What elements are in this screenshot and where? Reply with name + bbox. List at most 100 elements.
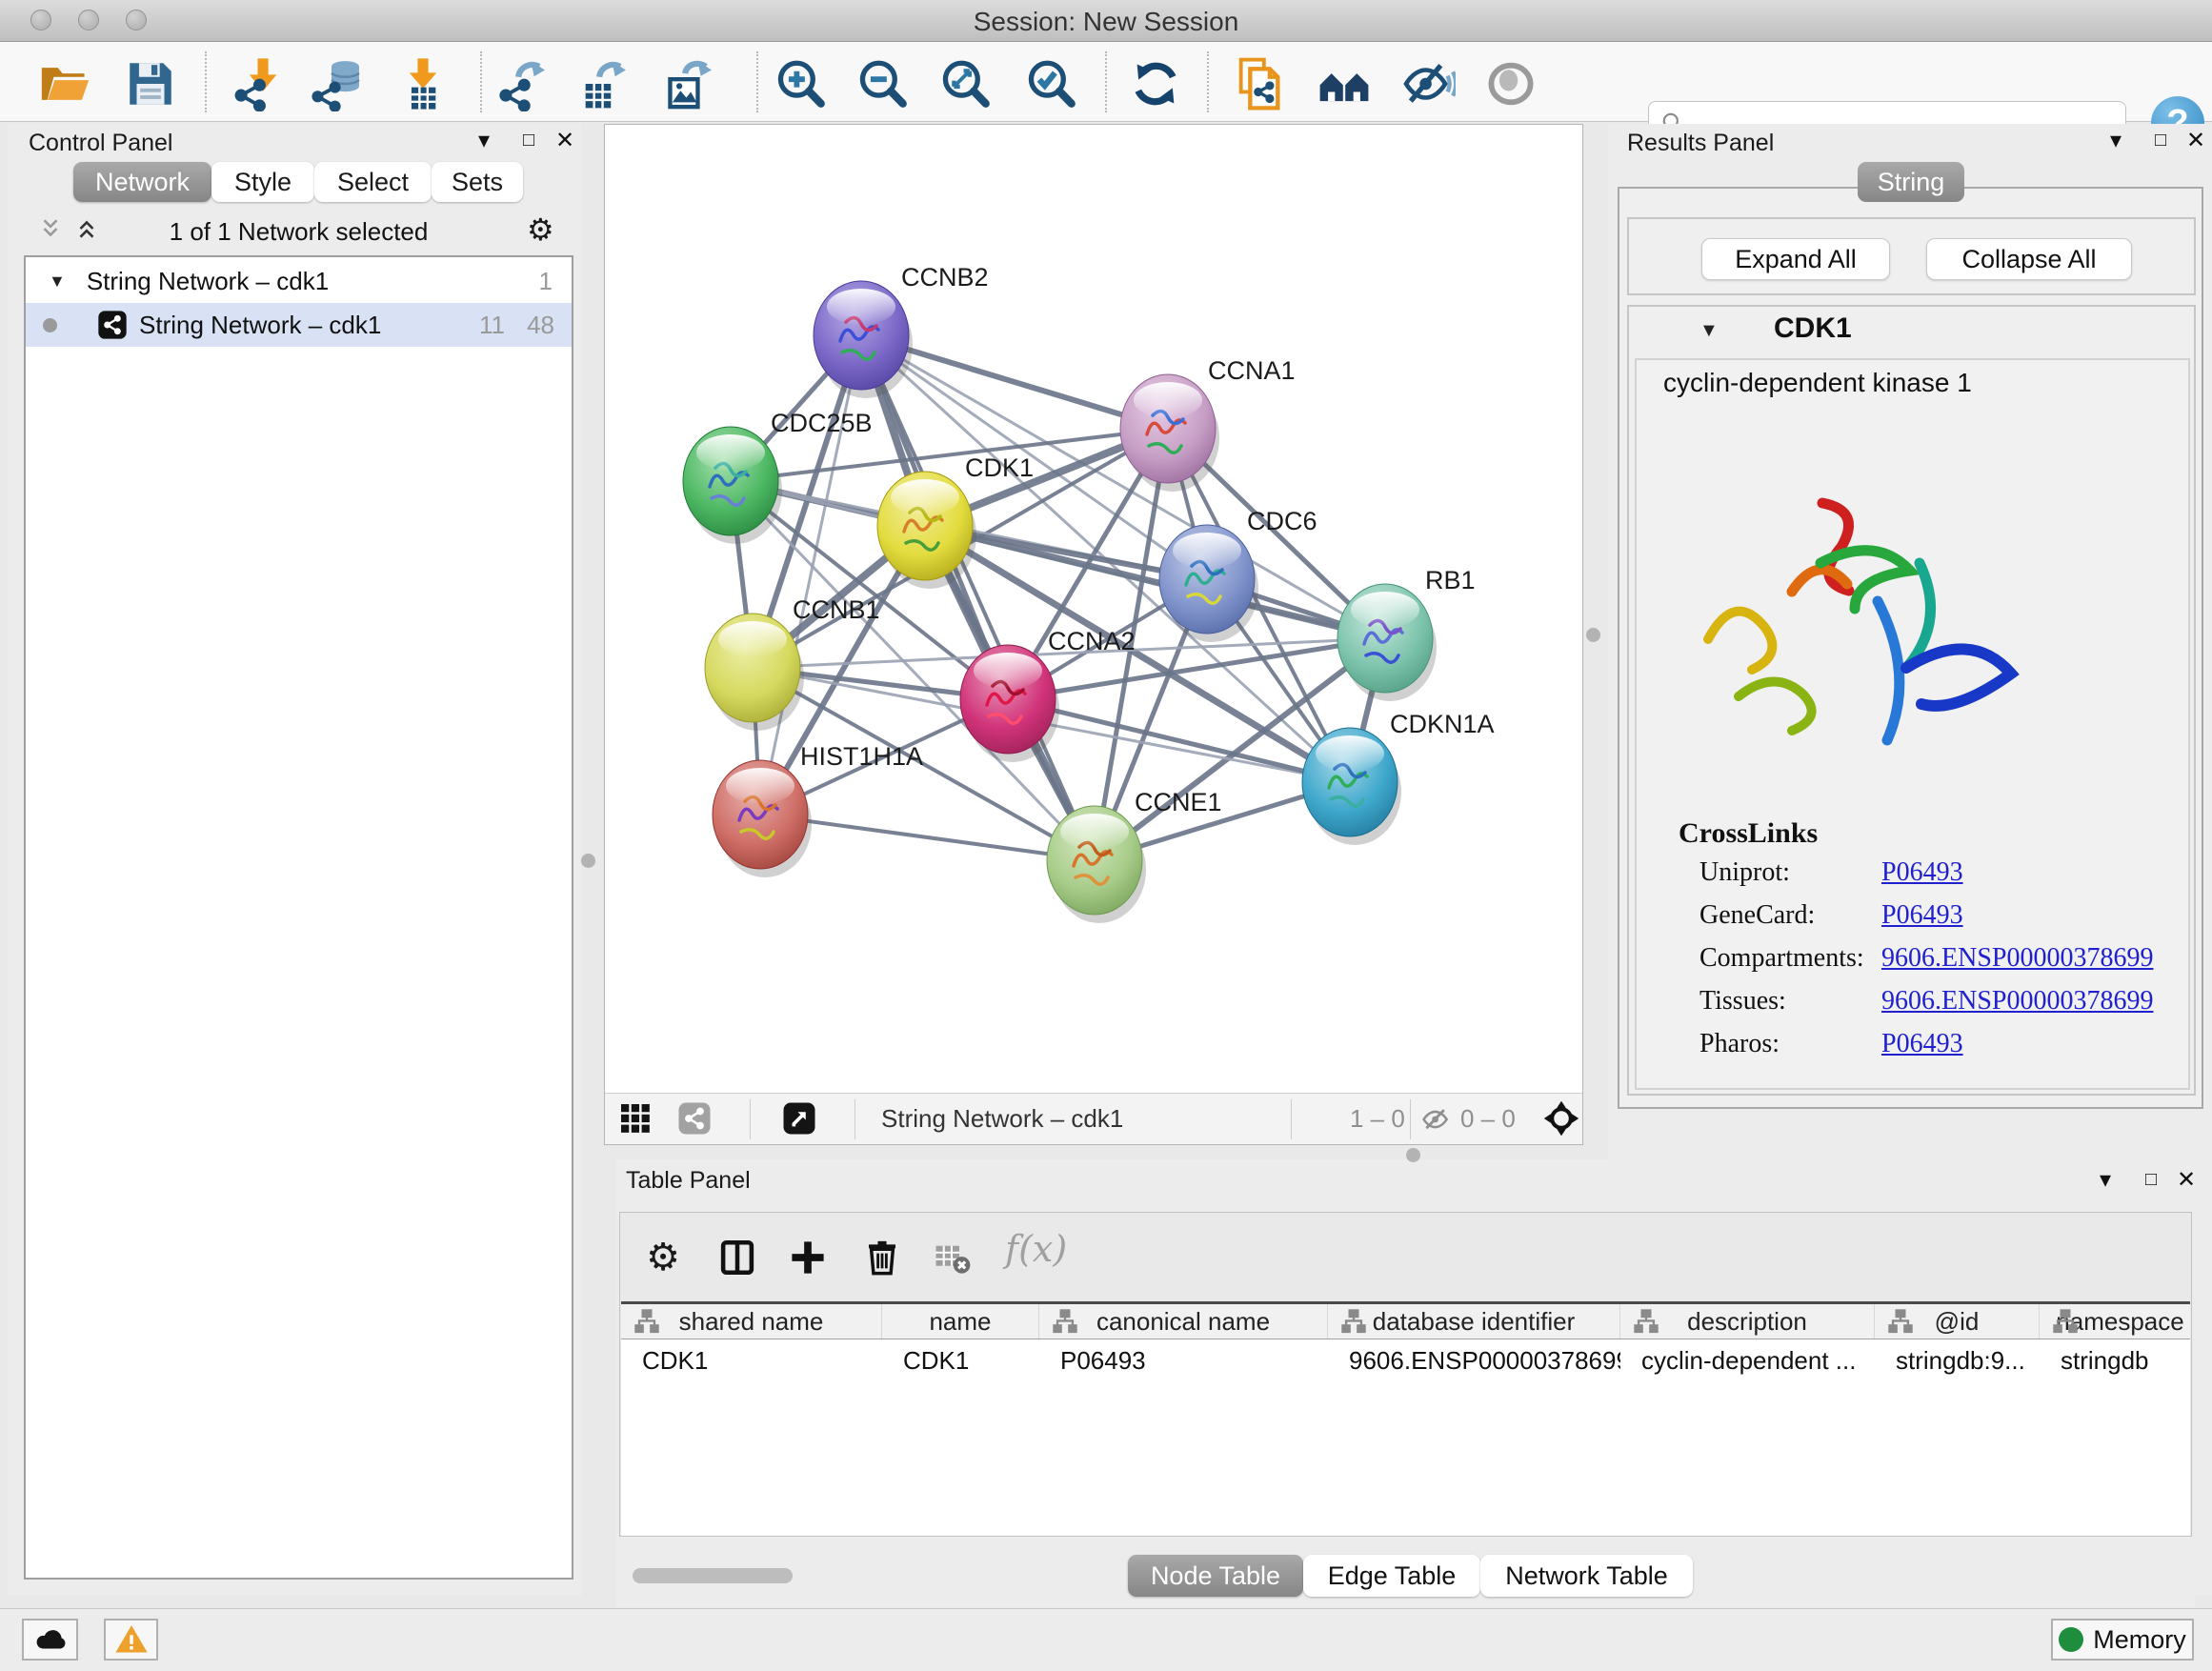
crosslink-value-link[interactable]: P06493	[1881, 900, 1963, 931]
open-session-button[interactable]	[34, 53, 95, 114]
collapse-all-button[interactable]: Collapse All	[1926, 238, 2132, 280]
network-node-CCNB2[interactable]: CCNB2	[814, 263, 989, 398]
control-panel-close-button[interactable]: ✕	[551, 126, 579, 154]
node-label-CDKN1A: CDKN1A	[1390, 710, 1495, 738]
string-home-button[interactable]	[1314, 53, 1375, 114]
node-label-RB1: RB1	[1425, 566, 1476, 594]
network-collection-row[interactable]: ▼ String Network – cdk1 1	[26, 259, 572, 303]
export-network-button[interactable]	[493, 53, 553, 114]
network-node-HIST1H1A[interactable]: HIST1H1A	[713, 742, 923, 877]
warning-status-button[interactable]	[104, 1619, 158, 1661]
tab-network-table[interactable]: Network Table	[1480, 1555, 1693, 1597]
network-options-gear-icon[interactable]: ⚙	[527, 211, 554, 248]
column-header-description[interactable]: description	[1620, 1304, 1875, 1339]
table-cell[interactable]: 9606.ENSP00000378699	[1328, 1340, 1620, 1382]
expand-all-button[interactable]: Expand All	[1701, 238, 1890, 280]
delete-column-button[interactable]	[856, 1232, 908, 1283]
tab-style[interactable]: Style	[211, 162, 314, 202]
org-chart-icon	[2053, 1309, 2078, 1334]
tab-select[interactable]: Select	[314, 162, 432, 202]
tab-node-table[interactable]: Node Table	[1128, 1555, 1303, 1597]
eye-icon	[1483, 56, 1538, 111]
grid-view-button[interactable]	[618, 1101, 653, 1143]
crosslink-value-link[interactable]: 9606.ENSP00000378699	[1881, 986, 2153, 1017]
network-graph[interactable]: CCNB2CCNA1CDC25BCDK1CDC6RB1CCNB1CCNA2CDK…	[605, 125, 1582, 1093]
crosslink-row: Pharos:P06493	[1637, 1029, 2188, 1072]
tab-network[interactable]: Network	[73, 162, 211, 202]
column-header-database-identifier[interactable]: database identifier	[1328, 1304, 1620, 1339]
tab-edge-table[interactable]: Edge Table	[1303, 1555, 1480, 1597]
control-panel-menu-button[interactable]: ▾	[470, 126, 498, 154]
main-toolbar: ?	[0, 42, 2212, 122]
table-row[interactable]: CDK1CDK1P064939606.ENSP00000378699cyclin…	[621, 1340, 2190, 1382]
network-node-CDC6[interactable]: CDC6	[1159, 507, 1317, 642]
column-header--id[interactable]: @id	[1875, 1304, 2040, 1339]
left-splitter-handle[interactable]	[581, 854, 595, 868]
control-panel-float-button[interactable]: □	[514, 126, 543, 154]
column-label: canonical name	[1096, 1307, 1270, 1337]
collection-expand-triangle-icon[interactable]: ▼	[49, 272, 66, 292]
delete-table-button[interactable]	[927, 1232, 978, 1283]
right-splitter-handle[interactable]	[1586, 628, 1600, 642]
network-row[interactable]: String Network – cdk1 11 48	[26, 303, 572, 347]
table-cell[interactable]: stringdb	[2040, 1340, 2190, 1382]
create-column-button[interactable]	[782, 1232, 834, 1283]
share-network-file-button[interactable]	[1229, 53, 1290, 114]
table-panel-menu-button[interactable]: ▾	[2091, 1165, 2120, 1194]
cloud-status-button[interactable]	[22, 1619, 78, 1661]
birds-eye-toggle-button[interactable]	[1543, 1100, 1579, 1144]
column-header-shared-name[interactable]: shared name	[621, 1304, 882, 1339]
network-node-CDKN1A[interactable]: CDKN1A	[1302, 710, 1495, 845]
network-view-button[interactable]	[677, 1101, 712, 1143]
crosslink-row: Tissues:9606.ENSP00000378699	[1637, 986, 2188, 1029]
import-network-file-button[interactable]	[227, 53, 288, 114]
results-panel-float-button[interactable]: □	[2146, 126, 2175, 154]
zoom-out-button[interactable]	[852, 53, 913, 114]
tab-sets[interactable]: Sets	[432, 162, 523, 202]
table-panel-close-button[interactable]: ✕	[2172, 1165, 2201, 1194]
table-cell[interactable]: cyclin-dependent ...	[1620, 1340, 1875, 1382]
column-header-name[interactable]: name	[882, 1304, 1039, 1339]
export-image-icon	[662, 56, 717, 111]
table-cell[interactable]: P06493	[1039, 1340, 1328, 1382]
network-canvas[interactable]: CCNB2CCNA1CDC25BCDK1CDC6RB1CCNB1CCNA2CDK…	[604, 124, 1583, 1145]
network-node-RB1[interactable]: RB1	[1337, 566, 1476, 701]
apply-layout-button[interactable]	[1125, 53, 1186, 114]
tab-string[interactable]: String	[1858, 162, 1964, 202]
crosslink-value-link[interactable]: P06493	[1881, 857, 1963, 888]
table-options-gear-icon[interactable]: ⚙	[637, 1232, 689, 1283]
column-header-canonical-name[interactable]: canonical name	[1039, 1304, 1328, 1339]
network-selection-status: 1 of 1 Network selected	[24, 217, 573, 247]
export-table-button[interactable]	[573, 53, 634, 114]
results-content-box: Expand All Collapse All ▼ CDK1 cyclin-de…	[1618, 187, 2203, 1109]
table-header-row: shared namename canonical name database id…	[621, 1301, 2190, 1339]
crosslink-value-link[interactable]: P06493	[1881, 1029, 1963, 1059]
zoom-in-button[interactable]	[770, 53, 831, 114]
show-glass-button[interactable]	[1480, 53, 1541, 114]
node-label-CCNB2: CCNB2	[901, 263, 989, 292]
memory-button[interactable]: Memory	[2051, 1619, 2194, 1661]
import-network-database-button[interactable]	[307, 53, 368, 114]
results-panel-close-button[interactable]: ✕	[2182, 126, 2210, 154]
function-builder-icon[interactable]: f(x)	[1005, 1228, 1067, 1270]
table-cell[interactable]: CDK1	[621, 1340, 882, 1382]
detach-view-button[interactable]	[782, 1101, 816, 1143]
table-cell[interactable]: stringdb:9...	[1875, 1340, 2040, 1382]
import-table-file-button[interactable]	[392, 53, 453, 114]
show-columns-button[interactable]	[712, 1232, 763, 1283]
table-cell[interactable]: CDK1	[882, 1340, 1039, 1382]
save-session-button[interactable]	[120, 53, 181, 114]
network-edge[interactable]	[861, 335, 1095, 860]
zoom-selected-button[interactable]	[1020, 53, 1081, 114]
export-image-button[interactable]	[659, 53, 720, 114]
network-node-CCNA1[interactable]: CCNA1	[1120, 356, 1296, 492]
bottom-splitter-handle[interactable]	[1406, 1148, 1420, 1162]
hide-glass-button[interactable]	[1398, 53, 1458, 114]
network-node-CDC25B[interactable]: CDC25B	[683, 409, 873, 544]
column-header-namespace[interactable]: namespace	[2040, 1304, 2190, 1339]
gene-collapse-triangle-icon[interactable]: ▼	[1699, 320, 1719, 342]
crosslink-value-link[interactable]: 9606.ENSP00000378699	[1881, 943, 2153, 974]
results-panel-menu-button[interactable]: ▾	[2101, 126, 2130, 154]
zoom-fit-button[interactable]	[935, 53, 995, 114]
table-panel-float-button[interactable]: □	[2137, 1165, 2165, 1194]
